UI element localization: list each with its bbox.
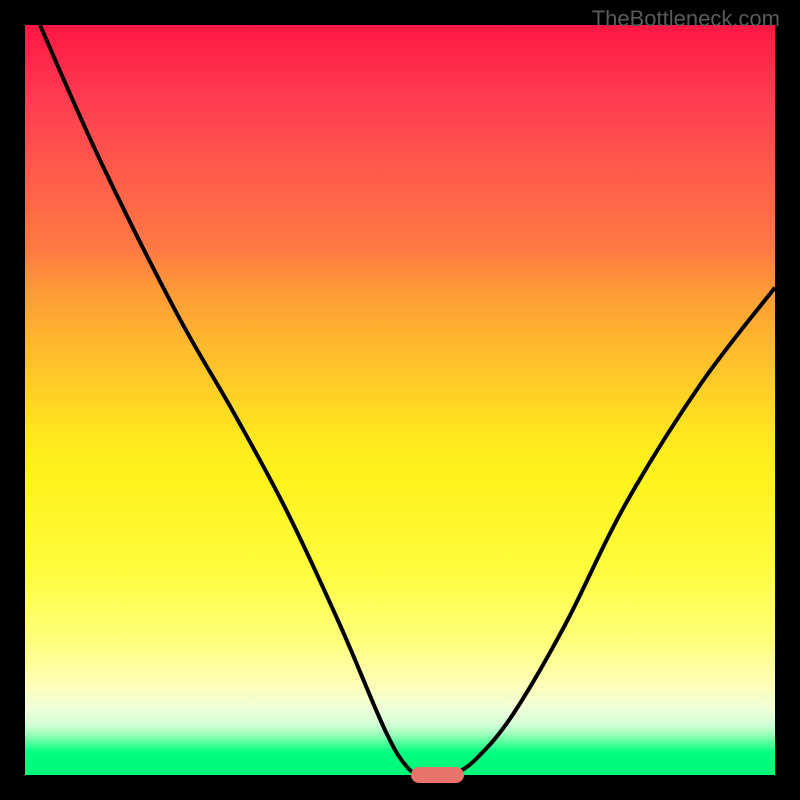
left-curve-path [40,25,423,775]
watermark-text: TheBottleneck.com [592,6,780,32]
chart-plot-area [25,25,775,775]
right-curve-path [453,288,776,776]
bottleneck-marker [411,767,464,783]
curve-svg [25,25,775,775]
